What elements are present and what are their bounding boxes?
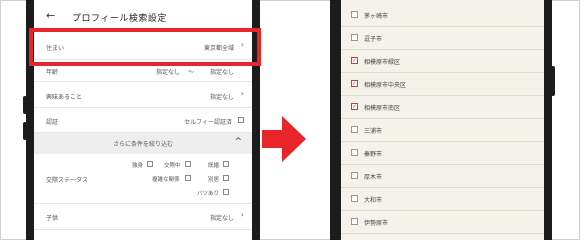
city-name: 茅ヶ崎市 — [364, 13, 389, 20]
checked-checkbox[interactable]: ✓ — [351, 103, 358, 110]
right-phone: 茅ヶ崎市逗子市 ✓ 相模原市緑区 ✓ 相模原市中央区 ✓ 相模原市南区 三浦市秦野市厚木市大和… — [330, 0, 552, 240]
checked-checkbox[interactable]: ✓ — [351, 57, 358, 64]
residence-highlight-box — [29, 28, 261, 66]
city-name: 三浦市 — [364, 128, 383, 135]
checkbox[interactable] — [351, 11, 358, 18]
city-name: 伊勢原市 — [364, 220, 389, 227]
checkbox[interactable] — [351, 195, 358, 202]
relationship-status-label: 交際ステータス — [46, 177, 89, 184]
checkbox[interactable] — [351, 218, 358, 225]
city-list-item[interactable]: 秦野市 — [341, 142, 544, 165]
option-dating-label: 交際中 — [164, 163, 181, 169]
relationship-status-row: 交際ステータス 独身 交際中 既婚 複雑な関係 別居 バツあり — [34, 154, 252, 204]
chevron-right-icon: › — [240, 210, 244, 219]
selfie-verified-checkbox[interactable] — [238, 117, 244, 123]
more-filters-toggle[interactable]: さらに条件を絞り込む ^ — [34, 133, 252, 154]
checkbox[interactable] — [351, 149, 358, 156]
city-list-item[interactable]: 大和市 — [341, 188, 544, 211]
city-list-item[interactable]: 逗子市 — [341, 27, 544, 50]
interests-value: 指定なし — [209, 94, 234, 101]
back-arrow-icon[interactable]: ← — [46, 9, 55, 22]
option-single-checkbox[interactable] — [147, 161, 153, 167]
option-complicated-label: 複雑な関係 — [152, 177, 180, 183]
verification-label: 認証 — [46, 119, 59, 126]
city-name: 逗子市 — [364, 36, 383, 43]
age-to-select[interactable]: 指定なし — [210, 67, 234, 76]
option-married-checkbox[interactable] — [223, 161, 229, 167]
selfie-verified-label: セルフィー認証済 — [184, 119, 232, 126]
option-married-label: 既婚 — [208, 163, 220, 169]
city-list-item[interactable]: ✓ 相模原市中央区 — [341, 73, 544, 96]
checkbox[interactable] — [351, 126, 358, 133]
option-separated-label: 別居 — [208, 177, 220, 183]
city-list-item[interactable]: 三浦市 — [341, 119, 544, 142]
option-divorced-checkbox[interactable] — [223, 189, 229, 195]
page-title: プロフィール検索設定 — [72, 14, 167, 24]
city-name: 相模原市中央区 — [364, 82, 407, 89]
city-list-item[interactable]: 茅ヶ崎市 — [341, 4, 544, 27]
age-from-select[interactable]: 指定なし — [156, 67, 180, 76]
city-list-item[interactable]: ✓ 相模原市緑区 — [341, 50, 544, 73]
children-value: 指定なし — [209, 215, 234, 222]
checkbox[interactable] — [351, 172, 358, 179]
option-divorced-label: バツあり — [197, 191, 220, 197]
city-name: 大和市 — [364, 197, 383, 204]
interests-row[interactable]: 興味あること 指定なし › — [34, 82, 252, 108]
more-filters-label: さらに条件を絞り込む — [112, 141, 173, 148]
interests-label: 興味あること — [46, 94, 83, 101]
city-name: 相模原市緑区 — [364, 59, 401, 66]
option-complicated-checkbox[interactable] — [185, 175, 191, 181]
checked-checkbox[interactable]: ✓ — [351, 80, 358, 87]
city-name: 相模原市南区 — [364, 105, 401, 112]
chevron-right-icon: › — [240, 89, 244, 98]
checkbox[interactable] — [351, 34, 358, 41]
arrow-right-icon — [262, 116, 306, 162]
children-label: 子供 — [46, 215, 59, 222]
city-list-item[interactable]: ✓ 相模原市南区 — [341, 96, 544, 119]
city-list-item[interactable]: 厚木市 — [341, 165, 544, 188]
header: ← プロフィール検索設定 — [34, 0, 252, 26]
children-row[interactable]: 子供 指定なし › — [34, 204, 252, 230]
verification-row[interactable]: 認証 セルフィー認証済 — [34, 108, 252, 133]
city-name: 厚木市 — [364, 174, 383, 181]
age-separator: 〜 — [187, 69, 194, 76]
option-single-label: 独身 — [132, 163, 144, 169]
option-dating-checkbox[interactable] — [185, 161, 191, 167]
city-list-item[interactable]: 伊勢原市 — [341, 211, 544, 234]
option-separated-checkbox[interactable] — [223, 175, 229, 181]
phone-side-button — [551, 66, 555, 96]
city-name: 秦野市 — [364, 151, 383, 158]
chevron-up-icon: ^ — [234, 137, 242, 147]
age-label: 年齢 — [46, 69, 59, 76]
city-select-screen: 茅ヶ崎市逗子市 ✓ 相模原市緑区 ✓ 相模原市中央区 ✓ 相模原市南区 三浦市秦野市厚木市大和… — [341, 0, 544, 240]
